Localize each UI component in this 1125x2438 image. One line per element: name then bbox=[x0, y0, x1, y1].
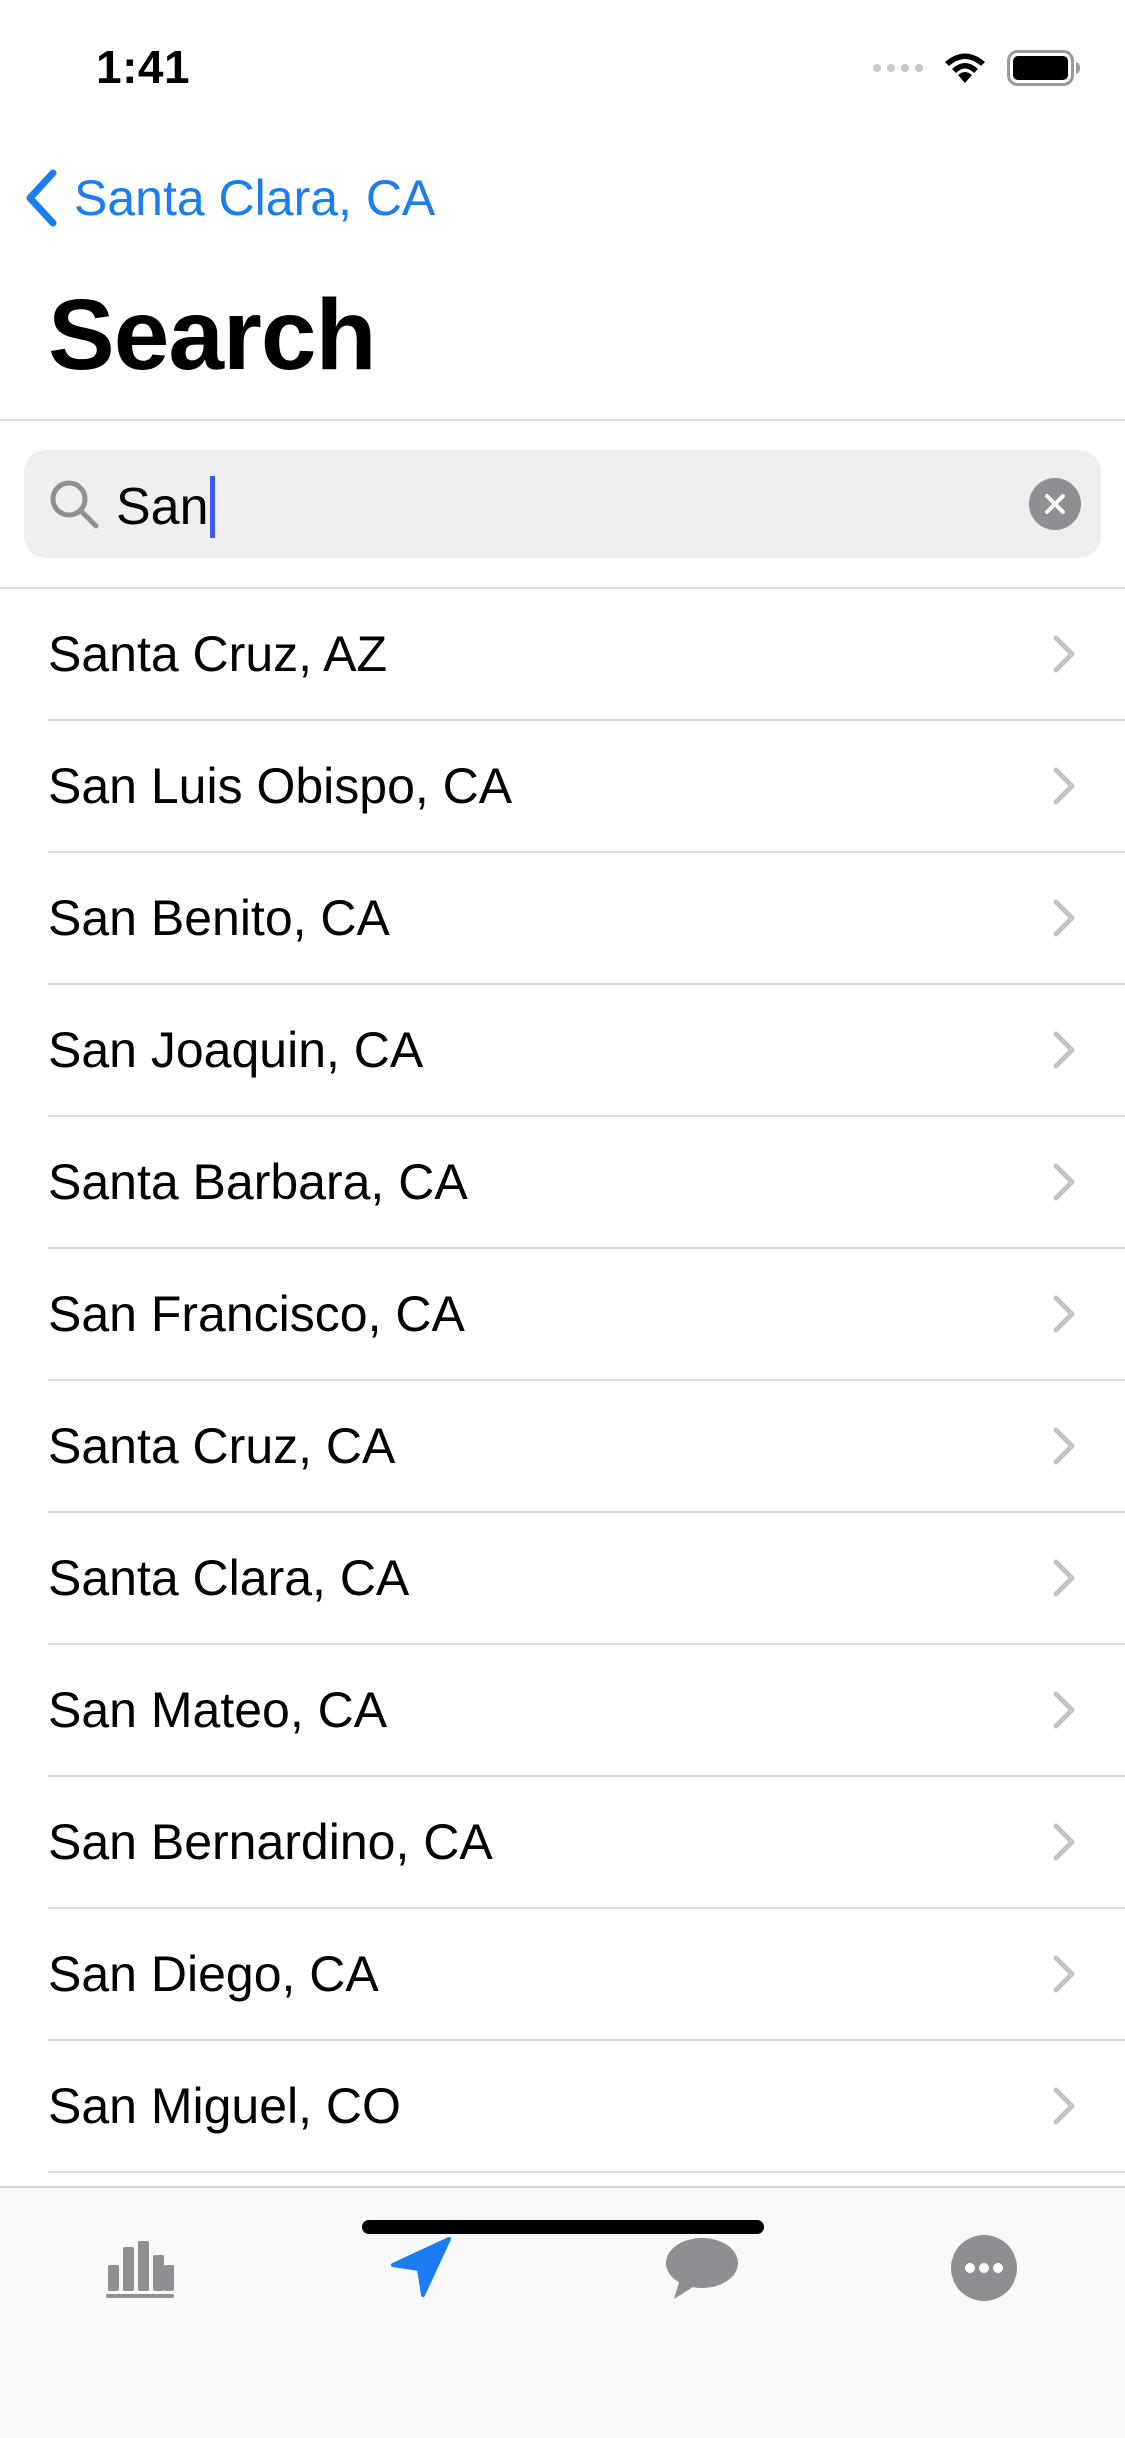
list-item[interactable]: San Bernardino, CA bbox=[0, 1777, 1125, 1909]
tab-stats[interactable] bbox=[90, 2218, 190, 2318]
clear-icon bbox=[1045, 494, 1065, 514]
tab-more[interactable] bbox=[934, 2218, 1034, 2318]
list-item-label: Santa Cruz, CA bbox=[48, 1418, 396, 1474]
list-item[interactable]: San Diego, CA bbox=[0, 1909, 1125, 2041]
list-item-label: Santa Cruz, AZ bbox=[48, 626, 388, 682]
list-item[interactable]: Santa Barbara, CA bbox=[0, 1117, 1125, 1249]
home-indicator[interactable] bbox=[362, 2220, 764, 2234]
list-item-label: San Miguel, CO bbox=[48, 2078, 401, 2134]
chevron-right-icon bbox=[1053, 1295, 1075, 1333]
list-item[interactable]: Santa Clara, CA bbox=[0, 1513, 1125, 1645]
chevron-right-icon bbox=[1053, 1823, 1075, 1861]
chevron-right-icon bbox=[1053, 635, 1075, 673]
location-arrow-icon bbox=[391, 2237, 451, 2297]
list-item[interactable]: Santa Cruz, AZ bbox=[0, 589, 1125, 721]
search-input[interactable]: San bbox=[116, 476, 215, 538]
list-item[interactable]: San Mateo, CA bbox=[0, 1645, 1125, 1777]
list-item-label: San Joaquin, CA bbox=[48, 1022, 424, 1078]
list-item[interactable]: San Francisco, CA bbox=[0, 1249, 1125, 1381]
chevron-left-icon bbox=[26, 169, 57, 227]
back-button-label: Santa Clara, CA bbox=[74, 170, 436, 226]
chevron-right-icon bbox=[1053, 767, 1075, 805]
list-item-label: Santa Barbara, CA bbox=[48, 1154, 468, 1210]
list-item-label: San Bernardino, CA bbox=[48, 1814, 493, 1870]
list-item[interactable]: San Luis Obispo, CA bbox=[0, 721, 1125, 853]
clear-search-button[interactable] bbox=[1029, 478, 1081, 530]
page-title: Search bbox=[48, 279, 377, 391]
status-icons bbox=[873, 48, 1081, 88]
list-item[interactable]: San Miguel, CO bbox=[0, 2041, 1125, 2173]
back-button[interactable]: Santa Clara, CA bbox=[24, 162, 435, 234]
text-caret bbox=[209, 476, 215, 538]
search-field[interactable]: San bbox=[24, 450, 1101, 558]
search-input-value: San bbox=[116, 478, 209, 536]
battery-icon bbox=[1007, 50, 1080, 86]
list-item-label: San Benito, CA bbox=[48, 890, 390, 946]
chevron-right-icon bbox=[1053, 1559, 1075, 1597]
list-item-label: San Luis Obispo, CA bbox=[48, 758, 513, 814]
list-item-label: San Mateo, CA bbox=[48, 1682, 388, 1738]
search-results-list: Santa Cruz, AZ San Luis Obispo, CA San B… bbox=[0, 589, 1125, 2173]
more-icon bbox=[951, 2235, 1017, 2301]
status-time: 1:41 bbox=[96, 41, 191, 93]
chevron-right-icon bbox=[1053, 899, 1075, 937]
list-item[interactable]: San Joaquin, CA bbox=[0, 985, 1125, 1117]
divider bbox=[0, 419, 1125, 421]
chevron-right-icon bbox=[1053, 1031, 1075, 1069]
wifi-icon bbox=[945, 53, 985, 83]
chevron-right-icon bbox=[1053, 1955, 1075, 1993]
bar-chart-icon bbox=[106, 2241, 174, 2298]
search-icon bbox=[50, 480, 99, 529]
signal-dots-icon bbox=[873, 64, 923, 72]
list-item[interactable]: San Benito, CA bbox=[0, 853, 1125, 985]
chevron-right-icon bbox=[1053, 2087, 1075, 2125]
chevron-right-icon bbox=[1053, 1691, 1075, 1729]
chevron-right-icon bbox=[1053, 1427, 1075, 1465]
chevron-right-icon bbox=[1053, 1163, 1075, 1201]
list-item-label: San Diego, CA bbox=[48, 1946, 379, 2002]
list-item[interactable]: Santa Cruz, CA bbox=[0, 1381, 1125, 1513]
chat-bubble-icon bbox=[666, 2238, 738, 2299]
list-item-label: San Francisco, CA bbox=[48, 1286, 465, 1342]
status-bar: 1:41 bbox=[0, 0, 1125, 132]
list-item-label: Santa Clara, CA bbox=[48, 1550, 410, 1606]
